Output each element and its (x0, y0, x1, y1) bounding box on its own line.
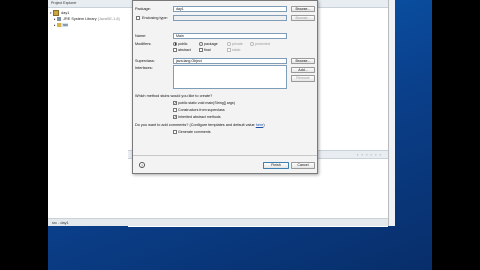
modifier-final-label: final (204, 48, 211, 52)
generate-comments-checkbox[interactable] (173, 129, 177, 134)
superclass-label: Superclass: (135, 59, 155, 63)
modifier-package-label: package (204, 41, 218, 46)
modifier-private-label: private (232, 41, 243, 46)
tree-item-label: day1 (61, 11, 70, 15)
modifier-final-checkbox[interactable] (199, 48, 203, 52)
modifier-protected-radio (250, 41, 254, 46)
finish-button[interactable]: Finish (263, 162, 289, 169)
source-folder-icon (56, 23, 61, 27)
project-tree: ▾ day1 ▸ JRE System Library [JavaSE-1.8]… (48, 8, 128, 28)
project-explorer: Project Explorer ▾ day1 ▸ JRE System Lib… (48, 0, 129, 226)
comments-question: Do you want to add comments? (Configure … (135, 122, 265, 127)
interfaces-remove-button: Remove (291, 75, 315, 82)
stub-main-label: public static void main(String[] args) (178, 100, 235, 105)
modifier-static-checkbox (227, 48, 231, 52)
name-field[interactable]: Main (173, 32, 287, 39)
superclass-field[interactable]: java.lang.Object (173, 57, 287, 64)
generate-comments-label: Generate comments (178, 129, 211, 134)
console-toolbar-icons[interactable]: ▫ ▫ ▫ ▫ ▫ ▫ (357, 151, 382, 158)
tree-item-label: JRE System Library (63, 17, 97, 21)
status-bar: src - day1 (48, 218, 388, 226)
enclosing-type-checkbox[interactable] (136, 15, 140, 20)
modifier-abstract-checkbox[interactable] (173, 48, 177, 52)
new-java-class-dialog: Package: day1 Browse... Enclosing type: … (132, 0, 318, 174)
stub-inherited-label: Inherited abstract methods (178, 114, 221, 119)
enclosing-browse-button: Browse... (291, 14, 315, 21)
modifier-abstract-label: abstract (178, 48, 191, 52)
interfaces-list[interactable] (173, 65, 287, 89)
tree-collapse-icon[interactable]: ▸ (54, 23, 56, 27)
tree-item-label: src (63, 23, 69, 27)
desktop-screen: Project Explorer ▾ day1 ▸ JRE System Lib… (48, 0, 432, 270)
modifier-public-label: public (178, 41, 188, 46)
package-label: Package: (135, 7, 151, 11)
interfaces-add-button[interactable]: Add... (291, 66, 315, 73)
superclass-browse-button[interactable]: Browse... (291, 57, 315, 64)
modifier-private-radio (227, 41, 231, 46)
enclosing-type-field (173, 14, 287, 21)
modifier-package-radio[interactable] (199, 41, 203, 46)
project-explorer-tab-label: Project Explorer (51, 1, 77, 5)
stub-constructors-checkbox[interactable] (173, 107, 177, 112)
cancel-button[interactable]: Cancel (291, 162, 315, 169)
modifier-static-label: static (232, 48, 241, 52)
stub-main-checkbox[interactable]: ✓ (173, 100, 177, 105)
help-icon[interactable]: ? (139, 162, 145, 168)
modifier-protected-label: protected (255, 41, 270, 46)
tree-collapse-icon[interactable]: ▸ (54, 17, 56, 21)
stub-inherited-checkbox[interactable]: ✓ (173, 114, 177, 119)
status-text: src - day1 (52, 221, 69, 225)
eclipse-window: Project Explorer ▾ day1 ▸ JRE System Lib… (48, 0, 389, 227)
stub-constructors-label: Constructors from superclass (178, 107, 225, 112)
package-browse-button[interactable]: Browse... (291, 5, 315, 12)
modifier-public-radio[interactable] (173, 41, 177, 46)
method-stubs-question: Which method stubs would you like to cre… (135, 94, 213, 98)
enclosing-type-label: Enclosing type: (142, 15, 168, 20)
tree-item-src[interactable]: ▸ src (50, 22, 128, 28)
library-icon (56, 17, 61, 21)
name-label: Name: (135, 34, 147, 38)
project-explorer-tab[interactable]: Project Explorer (48, 0, 128, 8)
desktop-wallpaper-area (48, 226, 432, 270)
modifiers-label: Modifiers: (135, 41, 152, 46)
dialog-separator (133, 155, 317, 156)
side-scroll-strip (388, 0, 395, 226)
project-folder-icon (52, 10, 59, 16)
package-field[interactable]: day1 (173, 5, 287, 12)
interfaces-label: Interfaces: (135, 66, 153, 70)
tree-expand-icon[interactable]: ▾ (50, 11, 52, 15)
tree-item-suffix: [JavaSE-1.8] (97, 17, 120, 21)
